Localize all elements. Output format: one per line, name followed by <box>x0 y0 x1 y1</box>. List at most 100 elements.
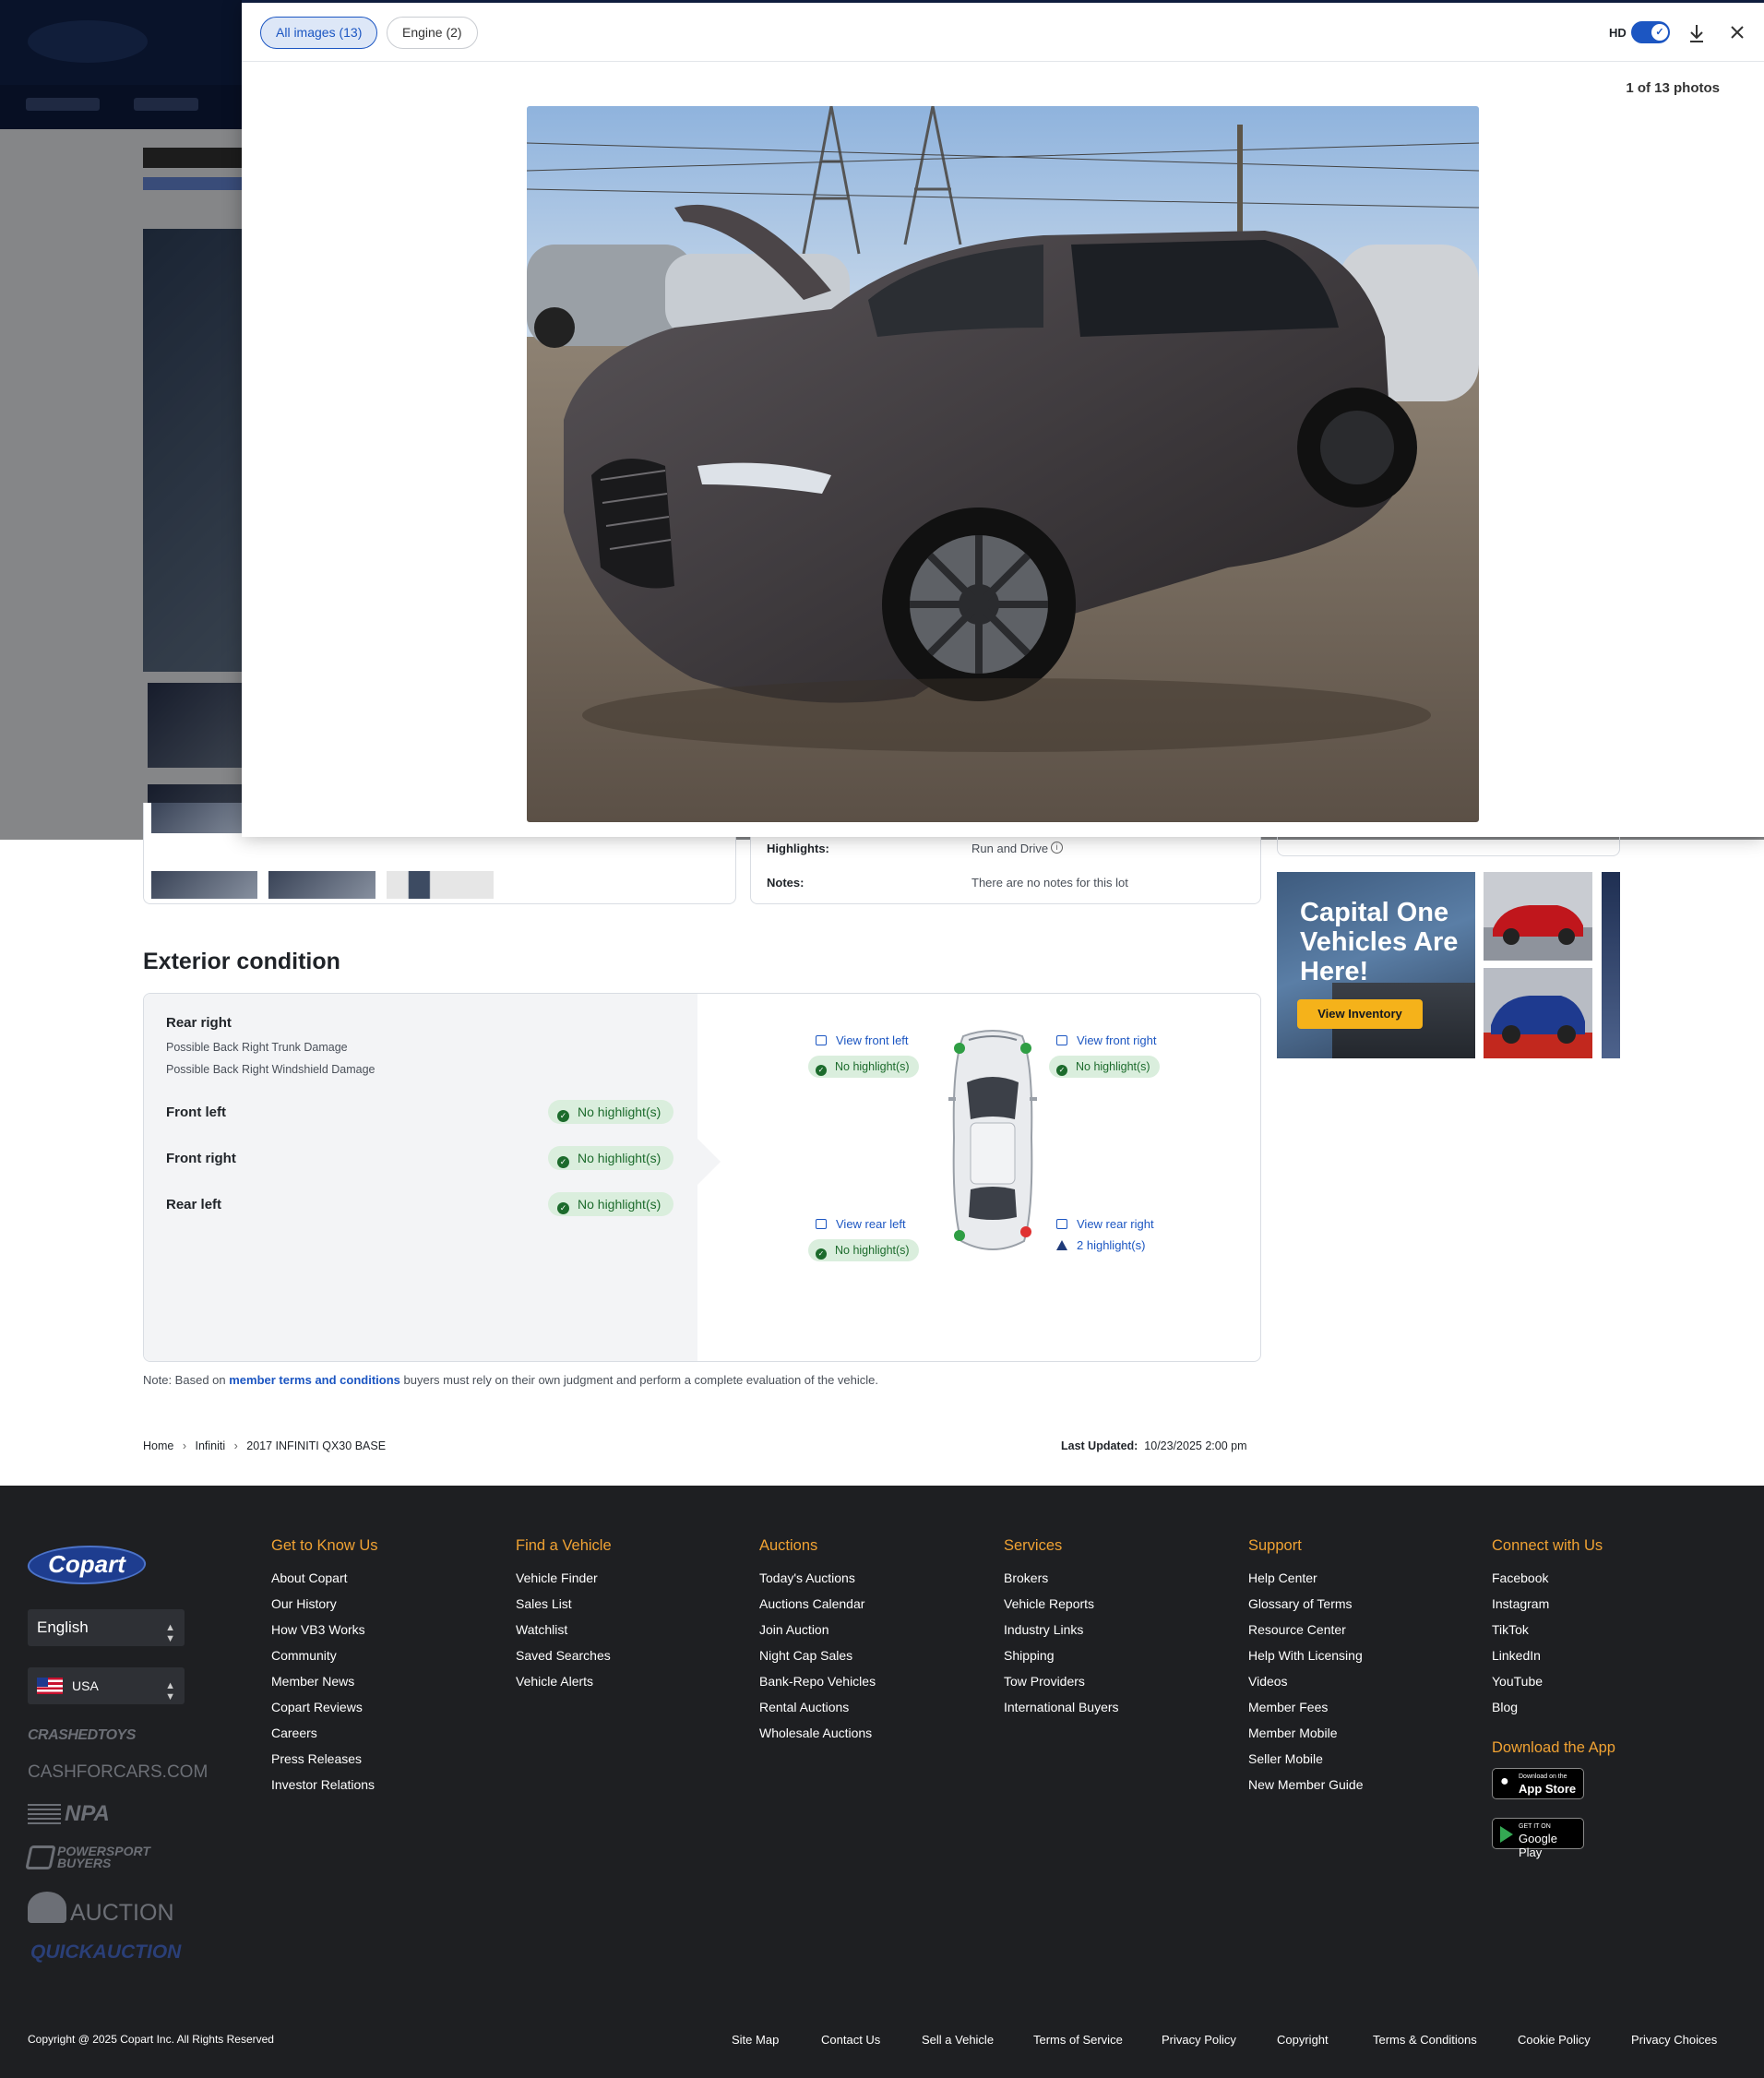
footer-link[interactable]: International Buyers <box>1004 1699 1119 1725</box>
app-store-badge[interactable]: ● Download on the App Store <box>1492 1768 1584 1799</box>
breadcrumb-home[interactable]: Home <box>143 1439 173 1452</box>
advertisement[interactable]: Capital One Vehicles Are Here! View Inve… <box>1277 872 1620 1058</box>
gallery-thumbnail[interactable] <box>268 871 375 899</box>
footer-link[interactable]: Resource Center <box>1248 1621 1364 1647</box>
footer-link[interactable]: Vehicle Finder <box>516 1570 612 1595</box>
ad-banner[interactable]: Capital One Vehicles Are Here! View Inve… <box>1277 872 1475 1058</box>
exterior-condition-card: Rear right Possible Back Right Trunk Dam… <box>143 993 1261 1362</box>
view-front-left-link[interactable]: View front left <box>816 1033 909 1047</box>
footer-link[interactable]: Today's Auctions <box>759 1570 876 1595</box>
gallery-thumbnail[interactable] <box>151 871 257 899</box>
footer-bottom-link[interactable]: Terms & Conditions <box>1373 2033 1477 2047</box>
link-text: View rear right <box>1077 1217 1154 1231</box>
tab-engine[interactable]: Engine (2) <box>387 17 478 49</box>
footer-bottom-link[interactable]: Privacy Choices <box>1631 2033 1717 2047</box>
footer-link[interactable]: Tow Providers <box>1004 1673 1119 1699</box>
footer-bottom-link[interactable]: Cookie Policy <box>1518 2033 1591 2047</box>
footer-link[interactable]: Community <box>271 1647 378 1673</box>
download-icon[interactable] <box>1687 23 1706 43</box>
hd-toggle[interactable]: ✓ <box>1631 21 1670 43</box>
footer-link[interactable]: Careers <box>271 1725 378 1750</box>
footer-link[interactable]: YouTube <box>1492 1673 1615 1699</box>
rear-left-status: ✓ No highlight(s) <box>808 1239 919 1261</box>
footer-link[interactable]: Join Auction <box>759 1621 876 1647</box>
brand-powersport-buyers[interactable]: POWERSPORT BUYERS <box>57 1845 186 1869</box>
footer-bottom-link[interactable]: Privacy Policy <box>1162 2033 1236 2047</box>
footer-link[interactable]: Wholesale Auctions <box>759 1725 876 1750</box>
footer-bottom-link[interactable]: Sell a Vehicle <box>922 2033 994 2047</box>
footer-link[interactable]: Sales List <box>516 1595 612 1621</box>
google-play-badge[interactable]: GET IT ON Google Play <box>1492 1818 1584 1859</box>
footer-link[interactable]: Vehicle Reports <box>1004 1595 1119 1621</box>
footer-link[interactable]: Our History <box>271 1595 378 1621</box>
vehicle-photo[interactable] <box>527 106 1479 822</box>
brand-cashforcars[interactable]: CASHFORCARS.COM <box>28 1762 208 1783</box>
footer-link[interactable]: Help Center <box>1248 1570 1364 1595</box>
rear-left-marker <box>954 1230 965 1241</box>
footer-link[interactable]: Seller Mobile <box>1248 1750 1364 1776</box>
footer-link[interactable]: Press Releases <box>271 1750 378 1776</box>
footer-link[interactable]: Saved Searches <box>516 1647 612 1673</box>
footer-link[interactable]: Bank-Repo Vehicles <box>759 1673 876 1699</box>
status-text: No highlight(s) <box>835 1060 910 1073</box>
footer-link[interactable]: About Copart <box>271 1570 378 1595</box>
footer-link[interactable]: Investor Relations <box>271 1776 378 1802</box>
footer-link[interactable]: Facebook <box>1492 1570 1615 1595</box>
footer-link[interactable]: Watchlist <box>516 1621 612 1647</box>
footer-bottom-link[interactable]: Contact Us <box>821 2033 880 2047</box>
footer-link[interactable]: Blog <box>1492 1699 1615 1725</box>
footer-link[interactable]: Help With Licensing <box>1248 1647 1364 1673</box>
brand-quickauction[interactable]: QUICKAUCTION <box>30 1941 181 1964</box>
footer-link[interactable]: Glossary of Terms <box>1248 1595 1364 1621</box>
footer-link[interactable]: Auctions Calendar <box>759 1595 876 1621</box>
chevron-right-icon: › <box>182 1439 186 1452</box>
brand-npa[interactable]: NPA <box>65 1801 110 1827</box>
footer-bottom-link[interactable]: Terms of Service <box>1033 2033 1123 2047</box>
footer-link[interactable]: New Member Guide <box>1248 1776 1364 1802</box>
footer-link[interactable]: Member News <box>271 1673 378 1699</box>
tab-all-images[interactable]: All images (13) <box>260 17 378 49</box>
info-icon[interactable]: i <box>1051 842 1063 854</box>
language-select[interactable]: English ▲ ▼ <box>28 1609 185 1646</box>
view-rear-left-link[interactable]: View rear left <box>816 1217 906 1231</box>
image-icon <box>1056 1035 1067 1045</box>
close-icon[interactable] <box>1730 25 1745 40</box>
check-icon: ✓ <box>557 1202 569 1214</box>
footer-link[interactable]: Copart Reviews <box>271 1699 378 1725</box>
footer-link[interactable]: Instagram <box>1492 1595 1615 1621</box>
view-front-right-link[interactable]: View front right <box>1056 1033 1156 1047</box>
footer-link[interactable]: Vehicle Alerts <box>516 1673 612 1699</box>
zone-rear-left-status: ✓ No highlight(s) <box>548 1192 674 1216</box>
footer-link[interactable]: Rental Auctions <box>759 1699 876 1725</box>
footer-link[interactable]: Brokers <box>1004 1570 1119 1595</box>
footer-link[interactable]: Member Fees <box>1248 1699 1364 1725</box>
brand-purplewave-auction[interactable]: AUCTION <box>70 1900 174 1927</box>
view-rear-right-link[interactable]: View rear right <box>1056 1217 1154 1231</box>
member-terms-link[interactable]: member terms and conditions <box>229 1373 400 1387</box>
footer-link[interactable]: TikTok <box>1492 1621 1615 1647</box>
footer-link[interactable]: Shipping <box>1004 1647 1119 1673</box>
footer-bottom-link[interactable]: Site Map <box>732 2033 779 2047</box>
breadcrumb-make[interactable]: Infiniti <box>195 1439 225 1452</box>
note-suffix: buyers must rely on their own judgment a… <box>399 1373 879 1387</box>
status-text: 2 highlight(s) <box>1077 1238 1146 1252</box>
country-select[interactable]: USA ▲ ▼ <box>28 1667 185 1704</box>
copart-logo-text: Copart <box>48 1550 125 1578</box>
footer-column-title: Services <box>1004 1537 1063 1554</box>
gallery-thumbnail[interactable] <box>387 871 494 899</box>
brand-crashedtoys[interactable]: CRASHEDTOYS <box>28 1727 136 1744</box>
select-arrows-icon: ▼ <box>165 1691 175 1702</box>
footer-link[interactable]: Industry Links <box>1004 1621 1119 1647</box>
view-inventory-button[interactable]: View Inventory <box>1297 999 1423 1029</box>
footer-link[interactable]: Videos <box>1248 1673 1364 1699</box>
ad-carousel-next[interactable] <box>1602 872 1620 1058</box>
footer-link[interactable]: How VB3 Works <box>271 1621 378 1647</box>
footer-link[interactable]: LinkedIn <box>1492 1647 1615 1673</box>
footer-bottom-link[interactable]: Copyright <box>1277 2033 1329 2047</box>
link-text: View rear left <box>836 1217 906 1231</box>
footer-link[interactable]: Member Mobile <box>1248 1725 1364 1750</box>
rear-right-status[interactable]: 2 highlight(s) <box>1056 1238 1145 1252</box>
link-text: View front right <box>1077 1033 1157 1047</box>
footer-link[interactable]: Night Cap Sales <box>759 1647 876 1673</box>
photo-counter: 1 of 13 photos <box>1626 80 1720 96</box>
